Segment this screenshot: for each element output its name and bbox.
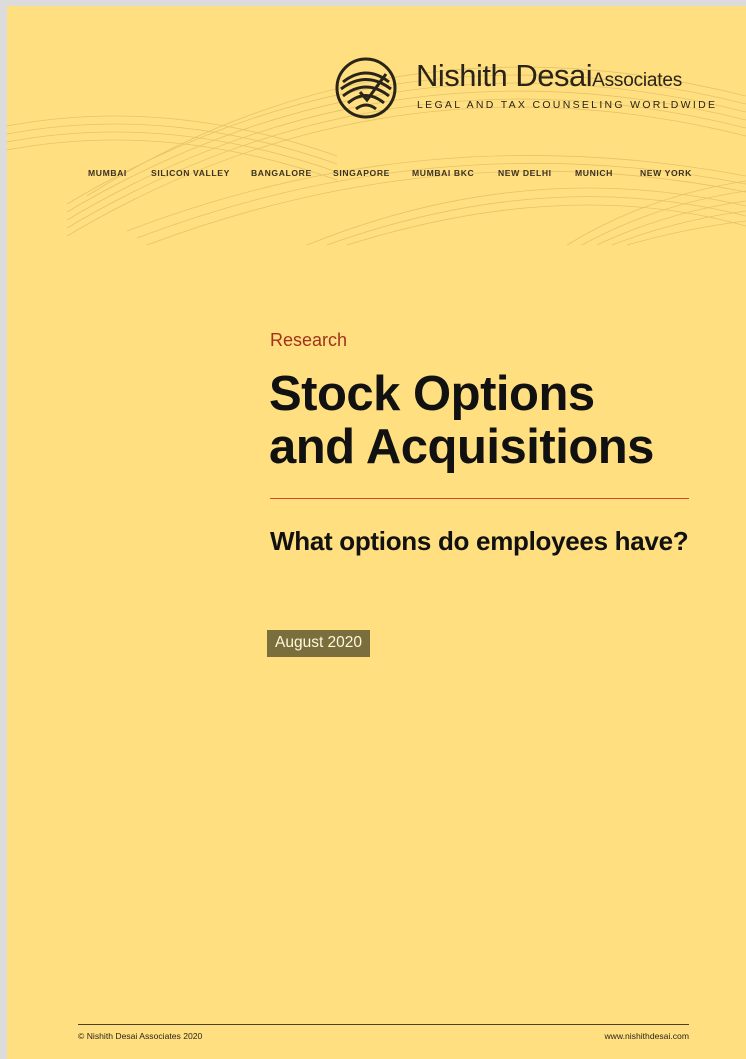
city-mumbai-bkc: MUMBAI BKC bbox=[412, 168, 475, 178]
title-line-2: and Acquisitions bbox=[269, 420, 654, 474]
document-subtitle: What options do employees have? bbox=[270, 526, 689, 556]
footer-website-link[interactable]: www.nishithdesai.com bbox=[604, 1031, 689, 1041]
city-silicon-valley: SILICON VALLEY bbox=[151, 168, 230, 178]
city-bangalore: BANGALORE bbox=[251, 168, 312, 178]
city-new-york: NEW YORK bbox=[640, 168, 692, 178]
title-line-1: Stock Options bbox=[269, 367, 595, 421]
document-title: Stock Options and Acquisitions bbox=[269, 368, 729, 474]
title-divider bbox=[270, 498, 689, 499]
footer-divider bbox=[78, 1024, 689, 1025]
brand-name-main: Nishith Desai bbox=[416, 58, 593, 93]
category-label: Research bbox=[270, 330, 348, 350]
footer-copyright: © Nishith Desai Associates 2020 bbox=[78, 1031, 203, 1041]
brand-logo: Nishith DesaiAssociates LEGAL AND TAX CO… bbox=[334, 56, 715, 122]
city-new-delhi: NEW DELHI bbox=[498, 168, 552, 178]
decorative-line-pattern bbox=[7, 66, 746, 246]
publication-date-badge: August 2020 bbox=[267, 630, 371, 657]
brand-tagline: LEGAL AND TAX COUNSELING WORLDWIDE bbox=[417, 99, 718, 111]
city-munich: MUNICH bbox=[575, 168, 613, 178]
city-singapore: SINGAPORE bbox=[333, 168, 390, 178]
brand-name: Nishith DesaiAssociates bbox=[416, 58, 682, 94]
logo-mark-icon bbox=[335, 57, 397, 119]
brand-name-suffix: Associates bbox=[592, 70, 682, 91]
office-cities: MUMBAI SILICON VALLEY BANGALORE SINGAPOR… bbox=[7, 168, 746, 182]
city-mumbai: MUMBAI bbox=[88, 168, 127, 178]
cover-page: Nishith DesaiAssociates LEGAL AND TAX CO… bbox=[7, 6, 746, 1059]
